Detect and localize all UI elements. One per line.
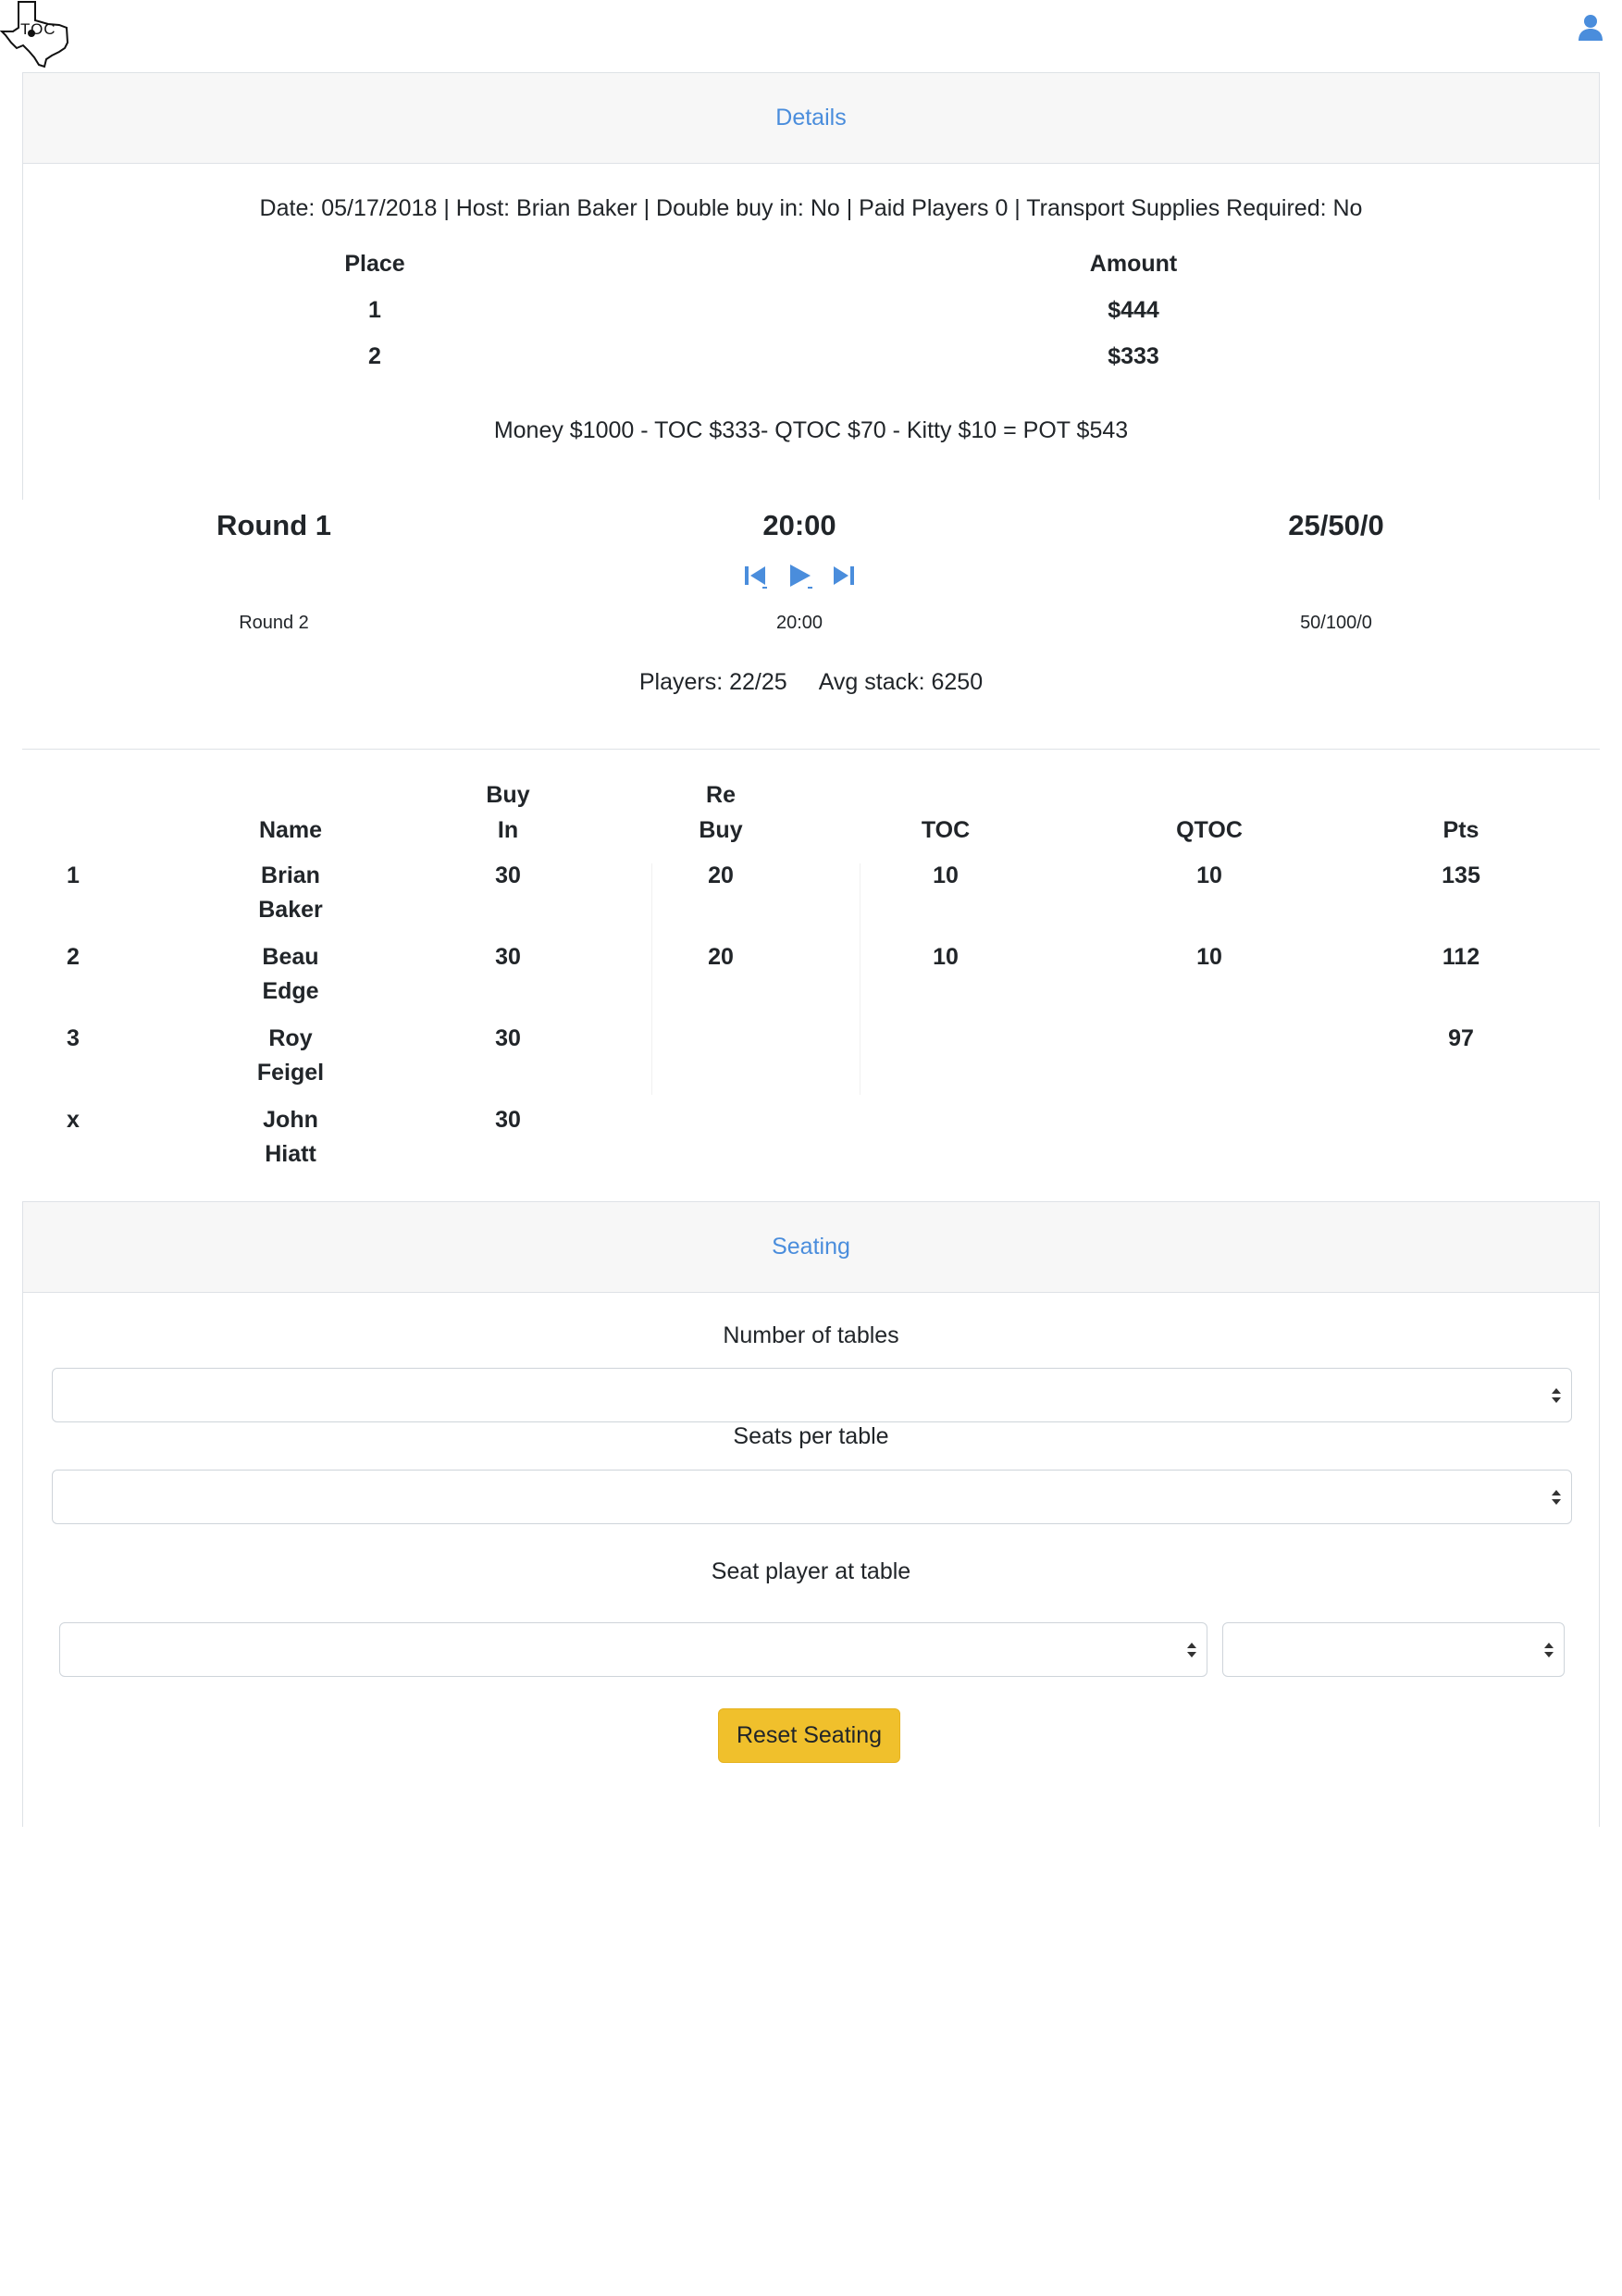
player-points: 135	[1442, 863, 1480, 888]
clock-controls	[740, 560, 859, 591]
player-rebuy: 20	[708, 863, 734, 888]
column-divider	[860, 863, 861, 1095]
top-navbar: TOC	[0, 0, 1622, 72]
player-first-name[interactable]: Brian	[207, 859, 374, 893]
details-header: Details	[23, 72, 1599, 164]
player-qtoc: 10	[1196, 863, 1222, 888]
player-toc: 10	[933, 944, 959, 970]
toc-logo[interactable]: TOC	[0, 0, 72, 70]
player-first-name[interactable]: Roy	[207, 1022, 374, 1056]
player-rebuy: 20	[708, 944, 734, 970]
payout-place: 2	[368, 343, 381, 369]
current-blinds: 25/50/0	[1288, 509, 1384, 541]
player-buy-in: 30	[495, 1107, 521, 1133]
num-tables-select[interactable]	[52, 1368, 1572, 1422]
players-count: Players: 22/25	[638, 669, 787, 695]
payout-amount: $333	[1108, 343, 1159, 369]
column-divider	[651, 863, 652, 1095]
details-toggle-link[interactable]: Details	[775, 105, 846, 131]
player-points: 112	[1442, 944, 1480, 970]
payout-place: 1	[368, 297, 381, 323]
seating-header: Seating	[23, 1201, 1599, 1293]
select-arrows-icon	[1187, 1643, 1196, 1657]
header-rebuy-line2: Buy	[699, 817, 743, 843]
seats-per-table-select[interactable]	[52, 1470, 1572, 1524]
next-round: Round 2	[239, 613, 309, 633]
player-first-name[interactable]: John	[207, 1103, 374, 1137]
player-buy-in: 30	[495, 1025, 521, 1051]
seating-toggle-link[interactable]: Seating	[772, 1234, 850, 1260]
payout-amount: $444	[1108, 297, 1159, 323]
player-place: 1	[67, 863, 80, 888]
player-buy-in: 30	[495, 863, 521, 888]
skip-back-icon[interactable]	[740, 560, 772, 591]
payout-row: 1 $444	[23, 297, 1599, 343]
game-clock: Round 1 20:00 25/50/0 Round 2 20:00 50/1…	[22, 500, 1600, 750]
logo-text: TOC	[20, 20, 56, 38]
header-rebuy-line1: Re	[706, 782, 736, 808]
game-info-line: Date: 05/17/2018 | Host: Brian Baker | D…	[259, 195, 1363, 221]
user-icon[interactable]	[1578, 13, 1603, 43]
pot-summary: Money $1000 - TOC $333- QTOC $70 - Kitty…	[493, 417, 1129, 443]
player-last-name[interactable]: Hiatt	[207, 1137, 374, 1172]
payout-amount-header: Amount	[1089, 251, 1178, 277]
payout-row: 2 $333	[23, 343, 1599, 390]
player-place: 2	[67, 944, 80, 970]
seat-player-label: Seat player at table	[711, 1558, 911, 1584]
play-icon[interactable]	[784, 560, 815, 591]
player-last-name[interactable]: Edge	[207, 974, 374, 1009]
player-toc: 10	[933, 863, 959, 888]
header-buy-in-line1: Buy	[486, 782, 530, 808]
select-arrows-icon	[1552, 1388, 1561, 1403]
player-place: 3	[67, 1025, 80, 1051]
num-tables-label: Number of tables	[723, 1322, 899, 1348]
header-qtoc: QTOC	[1176, 817, 1243, 843]
seats-per-table-label: Seats per table	[733, 1423, 889, 1449]
header-buy-in-line2: In	[497, 817, 519, 843]
details-card: Details Date: 05/17/2018 | Host: Brian B…	[22, 72, 1600, 500]
current-time: 20:00	[762, 509, 836, 541]
avg-stack: Avg stack: 6250	[818, 669, 984, 695]
payout-header-row: Place Amount	[23, 251, 1599, 297]
player-last-name[interactable]: Baker	[207, 893, 374, 927]
seat-table-select[interactable]	[1222, 1622, 1565, 1677]
header-pts: Pts	[1442, 817, 1480, 843]
player-points: 97	[1448, 1025, 1474, 1051]
seat-player-select[interactable]	[59, 1622, 1207, 1677]
player-last-name[interactable]: Feigel	[207, 1056, 374, 1090]
players-summary: Players: 22/25 Avg stack: 6250	[22, 669, 1600, 696]
header-name: Name	[258, 817, 323, 843]
skip-forward-icon[interactable]	[827, 560, 859, 591]
select-arrows-icon	[1552, 1490, 1561, 1505]
player-first-name[interactable]: Beau	[207, 940, 374, 974]
payout-place-header: Place	[344, 251, 405, 277]
results-table: Name Buy In Re Buy TOC QTOC Pts 1 Brian …	[22, 750, 1600, 1203]
player-buy-in: 30	[495, 944, 521, 970]
next-time: 20:00	[775, 613, 823, 633]
current-round: Round 1	[217, 509, 331, 541]
player-qtoc: 10	[1196, 944, 1222, 970]
player-place: x	[67, 1107, 80, 1133]
next-blinds: 50/100/0	[1300, 613, 1372, 633]
header-toc: TOC	[921, 817, 971, 843]
select-arrows-icon	[1544, 1643, 1554, 1657]
seating-card: Seating Number of tables Seats per table…	[22, 1201, 1600, 1827]
reset-seating-button[interactable]: Reset Seating	[718, 1708, 900, 1763]
